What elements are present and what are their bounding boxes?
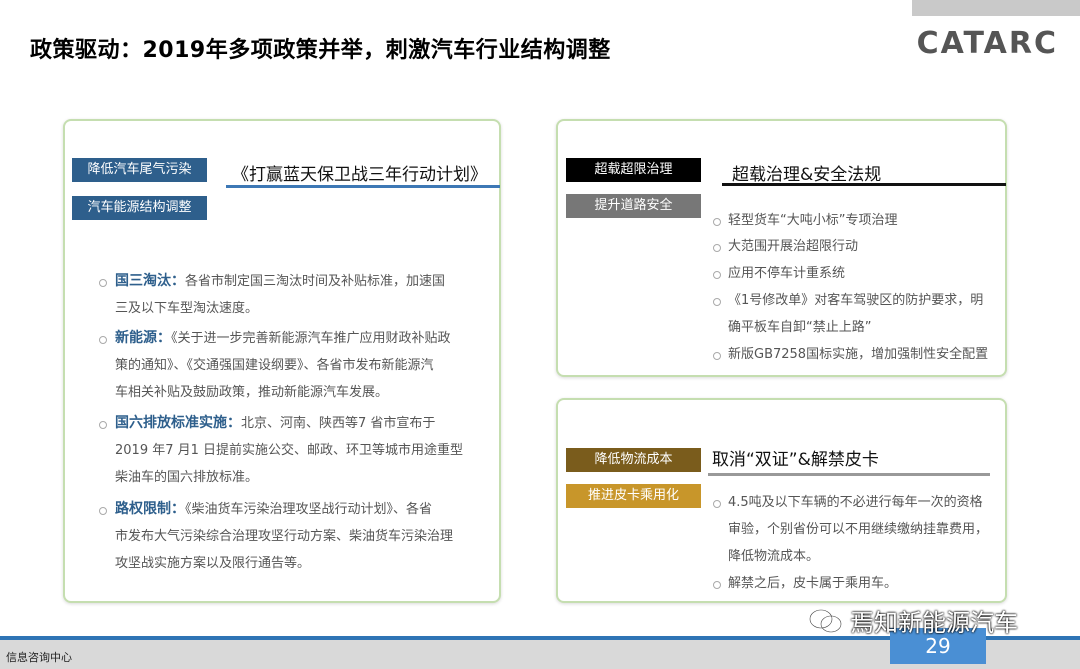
catarc-logo: CATARC xyxy=(916,26,1058,61)
bullet-icon xyxy=(99,421,107,429)
top-gray-bar xyxy=(912,0,1080,16)
bullet-icon xyxy=(99,507,107,515)
tag-pickup-passenger: 推进皮卡乘用化 xyxy=(566,484,701,508)
list-item: 解禁之后，皮卡属于乘用车。 xyxy=(728,576,898,591)
bullet-icon xyxy=(713,352,721,360)
watermark-text: 焉知新能源汽车 xyxy=(850,609,1018,637)
item-key: 国六排放标准实施： xyxy=(115,415,241,431)
page-title: 政策驱动：2019年多项政策并举，刺激汽车行业结构调整 xyxy=(30,38,611,63)
item-key: 国三淘汰： xyxy=(115,273,185,289)
item-key: 路权限制： xyxy=(115,501,185,517)
item-line: 4.5吨及以下车辆的不必进行每年一次的资格 xyxy=(728,495,983,510)
bullet-icon xyxy=(713,271,721,279)
list-item: 国三淘汰：各省市制定国三淘汰时间及补贴标准，加速国 三及以下车型淘汰速度。 xyxy=(115,268,485,322)
list-item: 大范围开展治超限行动 xyxy=(728,239,859,254)
item-line: 降低物流成本。 xyxy=(728,549,820,564)
item-line: 策的通知》、《交通强国建设纲要》、各省市发布新能源汽 xyxy=(115,358,434,373)
footer-label: 信息咨询中心 xyxy=(6,651,72,664)
headline-logistics: 取消“双证”&解禁皮卡 xyxy=(712,450,879,470)
tag-logistics-cost: 降低物流成本 xyxy=(566,448,701,472)
tag-energy-structure: 汽车能源结构调整 xyxy=(72,196,207,220)
item-line: 各省市制定国三淘汰时间及补贴标准，加速国 xyxy=(185,274,446,289)
headline-rule xyxy=(226,185,500,188)
bullet-icon xyxy=(713,218,721,226)
item-line: 车相关补贴及鼓励政策，推动新能源汽车发展。 xyxy=(115,385,389,400)
list-item: 国六排放标准实施：北京、河南、陕西等7 省市宣布于 2019 年7 月1 日提前… xyxy=(115,410,485,491)
item-line: 《柴油货车污染治理攻坚战行动计划》、各省 xyxy=(185,502,433,517)
list-item: 轻型货车“大吨小标”专项治理 xyxy=(728,213,898,228)
headline-blue-sky: 《打赢蓝天保卫战三年行动计划》 xyxy=(232,165,487,185)
item-line: 2019 年7 月1 日提前实施公交、邮政、环卫等城市用途重型 xyxy=(115,443,464,458)
wechat-icon xyxy=(809,609,842,633)
tag-overload-control: 超载超限治理 xyxy=(566,158,701,182)
list-item: 应用不停车计重系统 xyxy=(728,266,846,281)
bullet-icon xyxy=(99,279,107,287)
bullet-icon xyxy=(713,500,721,508)
list-item: 《1号修改单》对客车驾驶区的防护要求，明 确平板车自卸“禁止上路” xyxy=(728,287,998,341)
bullet-icon xyxy=(713,244,721,252)
headline-overload: 超载治理&安全法规 xyxy=(732,165,882,185)
list-item: 4.5吨及以下车辆的不必进行每年一次的资格 审验，个别省份可以不用继续缴纳挂靠费… xyxy=(728,489,998,570)
item-line: 审验，个别省份可以不用继续缴纳挂靠费用， xyxy=(728,522,989,537)
list-item: 新能源：《关于进一步完善新能源汽车推广应用财政补贴政 策的通知》、《交通强国建设… xyxy=(115,325,485,406)
item-line: 《1号修改单》对客车驾驶区的防护要求，明 xyxy=(728,293,984,308)
tag-reduce-emissions: 降低汽车尾气污染 xyxy=(72,158,207,182)
list-item: 新版GB7258国标实施，增加强制性安全配置 xyxy=(728,347,989,362)
item-line: 确平板车自卸“禁止上路” xyxy=(728,320,872,335)
bullet-icon xyxy=(713,581,721,589)
headline-rule xyxy=(708,473,990,476)
item-line: 《关于进一步完善新能源汽车推广应用财政补贴政 xyxy=(171,331,451,346)
bullet-icon xyxy=(713,298,721,306)
tag-road-safety: 提升道路安全 xyxy=(566,194,701,218)
item-line: 攻坚战实施方案以及限行通告等。 xyxy=(115,556,311,571)
item-line: 三及以下车型淘汰速度。 xyxy=(115,301,259,316)
list-item: 路权限制：《柴油货车污染治理攻坚战行动计划》、各省 市发布大气污染综合治理攻坚行… xyxy=(115,496,485,577)
bullet-icon xyxy=(99,336,107,344)
item-line: 市发布大气污染综合治理攻坚行动方案、柴油货车污染治理 xyxy=(115,529,454,544)
item-key: 新能源： xyxy=(115,330,171,346)
item-line: 柴油车的国六排放标准。 xyxy=(115,470,259,485)
headline-rule xyxy=(722,183,1006,186)
item-line: 北京、河南、陕西等7 省市宣布于 xyxy=(241,416,436,431)
